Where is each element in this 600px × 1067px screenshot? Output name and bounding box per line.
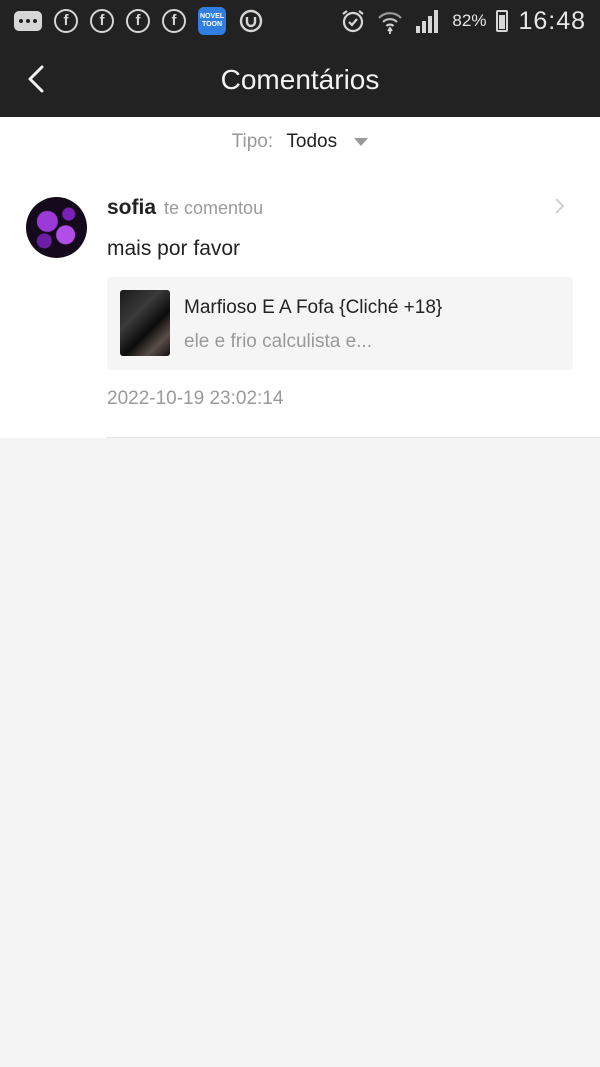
- book-card[interactable]: Marfioso E A Fofa {Cliché +18} ele e fri…: [107, 277, 573, 370]
- type-filter[interactable]: Tipo: Todos: [0, 131, 600, 153]
- message-icon: [14, 11, 42, 31]
- facebook-icon: f: [162, 9, 186, 33]
- app-header: Comentários: [0, 42, 600, 117]
- comments-list: Tipo: Todos sofia te comentou mais por fa…: [0, 117, 600, 438]
- sync-icon: [238, 8, 264, 34]
- facebook-icon: f: [126, 9, 150, 33]
- back-arrow-icon[interactable]: [22, 64, 52, 94]
- caret-down-icon[interactable]: [354, 137, 369, 146]
- facebook-icon: f: [90, 9, 114, 33]
- timestamp: 2022-10-19 23:02:14: [107, 388, 284, 409]
- battery-icon: [496, 10, 509, 32]
- book-cover-image: [120, 290, 170, 356]
- clock: 16:48: [518, 6, 586, 35]
- status-bar-left: f f f f NOVEL TOON: [14, 7, 264, 35]
- chevron-right-icon[interactable]: [552, 197, 568, 215]
- signal-icon: [414, 9, 442, 33]
- status-bar-right: 82% 16:48: [340, 7, 586, 36]
- page-title: Comentários: [220, 63, 380, 95]
- avatar[interactable]: [26, 197, 87, 258]
- divider: [107, 437, 600, 438]
- facebook-icon: f: [54, 9, 78, 33]
- comment-text: mais por favor: [107, 237, 241, 260]
- filter-value[interactable]: Todos: [286, 131, 337, 152]
- alarm-icon: [340, 8, 366, 34]
- noveltoon-icon: NOVEL TOON: [198, 7, 226, 35]
- comment-header: sofia te comentou: [107, 196, 263, 220]
- battery-percent: 82%: [452, 11, 487, 30]
- action-text: te comentou: [164, 198, 264, 218]
- user-name[interactable]: sofia: [107, 196, 156, 219]
- book-title: Marfioso E A Fofa {Cliché +18}: [184, 297, 443, 318]
- status-bar: f f f f NOVEL TOON 82% 16:48: [0, 0, 600, 42]
- filter-label: Tipo:: [231, 131, 274, 152]
- book-description: ele e frio calculista e...: [184, 331, 372, 352]
- wifi-icon: [376, 7, 404, 35]
